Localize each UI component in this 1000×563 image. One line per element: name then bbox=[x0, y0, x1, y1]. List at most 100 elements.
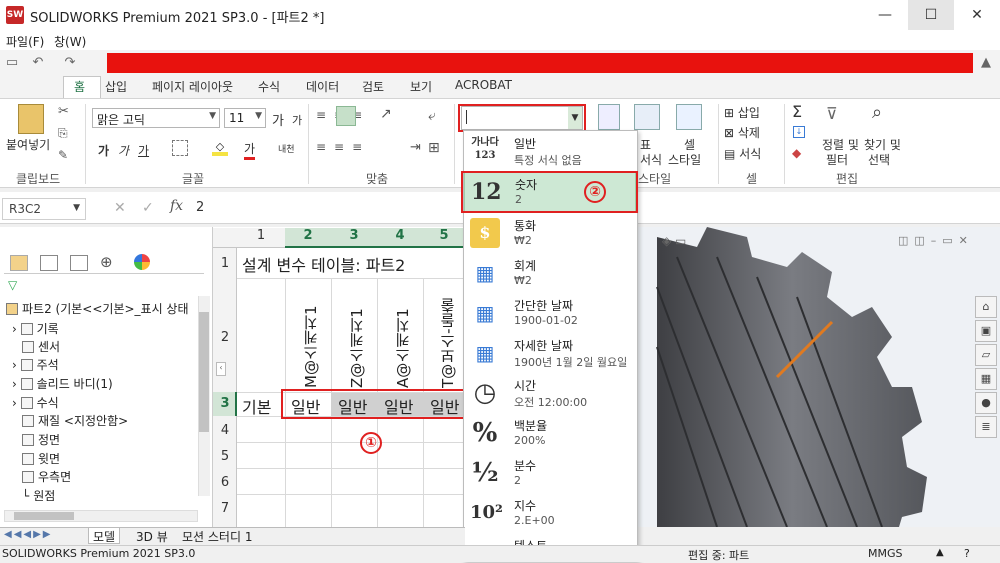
param-header[interactable]: A@스케치1 bbox=[392, 284, 412, 388]
view-orientation-icons[interactable]: ◈ ▭ bbox=[662, 234, 686, 248]
custom-properties-icon[interactable]: ≣ bbox=[975, 416, 997, 438]
menu-window[interactable]: 창(W) bbox=[54, 33, 86, 50]
grow-font-button[interactable]: 가 bbox=[272, 110, 284, 129]
indent-icon[interactable]: ⇥ bbox=[410, 140, 421, 155]
maximize-button[interactable]: ☐ bbox=[908, 0, 954, 30]
underline-button[interactable]: 가 bbox=[138, 142, 149, 159]
row-header[interactable]: 4 bbox=[213, 423, 237, 438]
tree-item-sensors[interactable]: 센서 bbox=[22, 338, 60, 355]
fill-icon[interactable]: ↓ bbox=[793, 126, 805, 138]
undo-icon[interactable]: ↶ bbox=[30, 55, 46, 71]
home-icon[interactable]: ⌂ bbox=[975, 296, 997, 318]
format-option-long-date[interactable]: ▦ 자세한 날짜 1900년 1월 2일 월요일 bbox=[464, 334, 636, 374]
format-as-table-icon[interactable] bbox=[634, 104, 660, 130]
border-icon[interactable] bbox=[172, 140, 188, 156]
property-tab-icon[interactable] bbox=[40, 255, 58, 271]
autosum-button[interactable]: Σ bbox=[792, 102, 802, 121]
cancel-icon[interactable]: ✕ bbox=[114, 200, 126, 216]
tab-model[interactable]: 모델 bbox=[88, 528, 121, 544]
config-tab-icon[interactable] bbox=[70, 255, 88, 271]
tab-insert[interactable]: 삽입 bbox=[105, 78, 127, 95]
param-header[interactable]: M@스케치1 bbox=[300, 284, 320, 389]
tab-page-layout[interactable]: 페이지 레이아웃 bbox=[152, 78, 233, 95]
menu-file[interactable]: 파일(F) bbox=[6, 33, 44, 50]
format-option-fraction[interactable]: ½ 분수 2 bbox=[464, 454, 636, 494]
tree-item-history[interactable]: › 기록 bbox=[12, 320, 59, 337]
tree-item-top-plane[interactable]: 윗면 bbox=[22, 450, 60, 467]
fill-color-icon[interactable]: ◇ bbox=[212, 140, 228, 156]
panel-collapse-icon[interactable]: ‹ bbox=[216, 362, 226, 376]
row-header[interactable]: 1 bbox=[213, 256, 237, 271]
tab-data[interactable]: 데이터 bbox=[306, 78, 339, 95]
cut-icon[interactable]: ✂ bbox=[58, 104, 69, 119]
enter-icon[interactable]: ✓ bbox=[142, 200, 154, 216]
tree-scroll-thumb[interactable] bbox=[199, 312, 209, 432]
tab-formulas[interactable]: 수식 bbox=[258, 78, 280, 95]
row-header[interactable]: 7 bbox=[213, 501, 237, 516]
conditional-format-icon[interactable] bbox=[598, 104, 620, 130]
bold-button[interactable]: 가 bbox=[98, 142, 109, 159]
tree-item-material[interactable]: 재질 <지정안함> bbox=[22, 412, 128, 429]
tree-item-front-plane[interactable]: 정면 bbox=[22, 431, 60, 448]
appearance-icon[interactable]: ● bbox=[975, 392, 997, 414]
viewport-window-controls[interactable]: ◫◫–▭✕ bbox=[898, 234, 974, 247]
tab-home[interactable]: 홈 bbox=[74, 78, 85, 95]
cell-styles-label2[interactable]: 스타일 bbox=[668, 151, 701, 168]
paste-icon[interactable] bbox=[18, 104, 44, 134]
paste-button[interactable]: 붙여넣기 bbox=[6, 136, 50, 153]
horizontal-align-icons[interactable]: ≡≡≡ bbox=[316, 140, 396, 158]
row-header[interactable]: 6 bbox=[213, 475, 237, 490]
font-size-combo[interactable]: 11 ▼ bbox=[224, 108, 266, 128]
find-select-label2[interactable]: 선택 bbox=[868, 151, 890, 168]
row-header[interactable]: 2 bbox=[213, 330, 237, 345]
format-cells-button[interactable]: ▤ 서식 bbox=[724, 145, 761, 162]
close-button[interactable]: ✕ bbox=[954, 0, 1000, 30]
tab-motion-study[interactable]: 모션 스터디 1 bbox=[178, 528, 256, 544]
view-palette-icon[interactable]: ▦ bbox=[975, 368, 997, 390]
format-as-table-label2[interactable]: 서식 bbox=[640, 151, 662, 168]
tree-item-equations[interactable]: › 수식 bbox=[12, 394, 59, 411]
save-icon[interactable]: ▭ bbox=[4, 55, 20, 71]
tree-item-origin[interactable]: └ 원점 bbox=[22, 487, 55, 504]
italic-button[interactable]: 가 bbox=[118, 142, 129, 159]
status-units[interactable]: MMGS bbox=[868, 547, 903, 560]
column-header[interactable]: 3 bbox=[331, 228, 377, 248]
format-option-percentage[interactable]: % 백분율 200% bbox=[464, 414, 636, 454]
parts-icon[interactable]: ▣ bbox=[975, 320, 997, 342]
chevron-up-icon[interactable]: ▲ bbox=[936, 547, 944, 558]
sort-filter-icon[interactable]: ⊽ bbox=[826, 104, 838, 123]
clear-icon[interactable]: ◆ bbox=[792, 146, 801, 160]
middle-align-icon[interactable] bbox=[336, 106, 356, 126]
tab-3d-view[interactable]: 3D 뷰 bbox=[132, 528, 172, 544]
tab-view[interactable]: 보기 bbox=[410, 78, 432, 95]
copy-icon[interactable]: ⎘ bbox=[58, 126, 68, 141]
format-option-short-date[interactable]: ▦ 간단한 날짜 1900-01-02 bbox=[464, 294, 636, 334]
format-painter-icon[interactable]: ✎ bbox=[58, 148, 68, 162]
column-header[interactable]: 4 bbox=[377, 228, 423, 248]
orientation-icon[interactable]: ↗ bbox=[380, 106, 392, 122]
tab-review[interactable]: 검토 bbox=[362, 78, 384, 95]
ribbon-collapse-icon[interactable]: ▲ bbox=[978, 55, 994, 71]
format-option-currency[interactable]: $ 통화 ₩2 bbox=[464, 214, 636, 254]
insert-cells-button[interactable]: ⊞ 삽입 bbox=[724, 104, 760, 121]
format-option-general[interactable]: 가나다 123 일반 특정 서식 없음 bbox=[464, 132, 636, 172]
tree-root[interactable]: 파트2 (기본<<기본>_표시 상태 bbox=[6, 300, 189, 317]
row-header[interactable]: 5 bbox=[213, 449, 237, 464]
folder-icon[interactable]: ▱ bbox=[975, 344, 997, 366]
tree-item-solid-bodies[interactable]: › 솔리드 바디(1) bbox=[12, 375, 113, 392]
column-header[interactable]: 2 bbox=[285, 228, 331, 248]
feature-tree-tab-icon[interactable] bbox=[10, 255, 28, 271]
insert-function-button[interactable]: fx bbox=[170, 198, 183, 214]
sort-filter-label2[interactable]: 필터 bbox=[826, 151, 848, 168]
tab-nav-arrows[interactable]: ◀◀◀▶▶ bbox=[4, 529, 52, 540]
filter-icon[interactable]: ▽ bbox=[8, 278, 17, 292]
help-icon[interactable]: ? bbox=[964, 547, 970, 560]
delete-cells-button[interactable]: ⊠ 삭제 bbox=[724, 124, 760, 141]
shrink-font-button[interactable]: 가 bbox=[292, 112, 302, 128]
merge-icon[interactable]: ⊞ bbox=[428, 140, 440, 156]
phonetic-button[interactable]: 내천 bbox=[278, 142, 295, 155]
tree-item-right-plane[interactable]: 우측면 bbox=[22, 468, 71, 485]
tree-hscroll-thumb[interactable] bbox=[14, 512, 74, 520]
config-name-cell[interactable]: 기본 bbox=[242, 394, 271, 418]
format-option-accounting[interactable]: ▦ 회계 ₩2 bbox=[464, 254, 636, 294]
